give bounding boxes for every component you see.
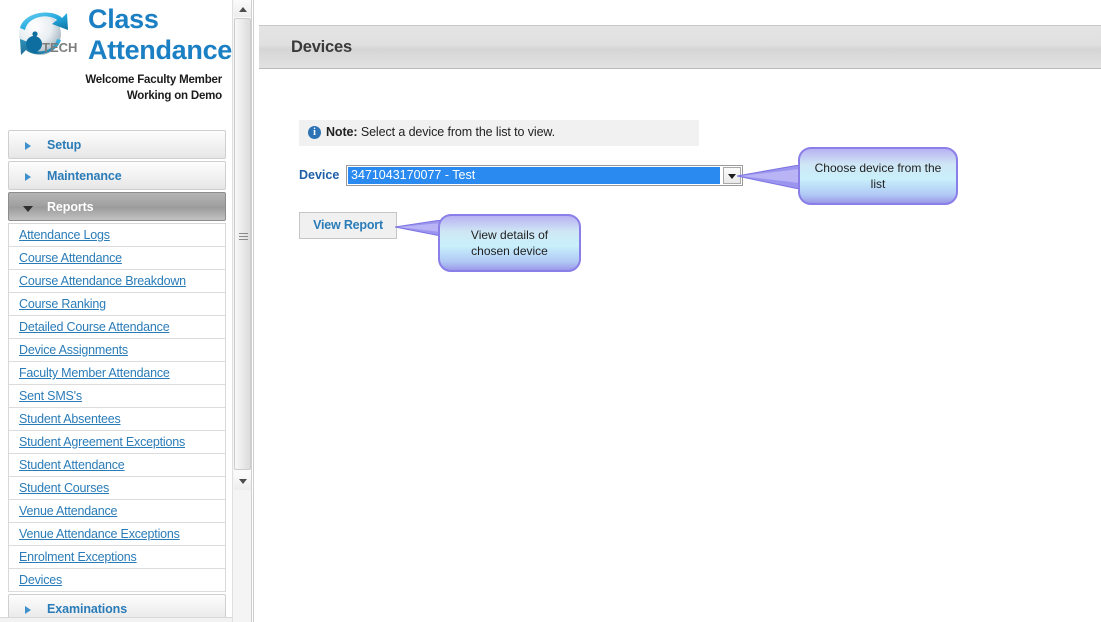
left-sidebar: TECH Class Attendance Welcome Faculty Me… [0, 0, 232, 622]
note-text: Note: Select a device from the list to v… [326, 125, 555, 139]
sidebar-item-faculty-member-attendance[interactable]: Faculty Member Attendance [9, 362, 225, 385]
sidebar-item-device-assignments[interactable]: Device Assignments [9, 339, 225, 362]
sidebar-item-course-ranking[interactable]: Course Ranking [9, 293, 225, 316]
application-window: TECH Class Attendance Welcome Faculty Me… [0, 0, 1101, 622]
sidebar-item-student-agreement-exceptions[interactable]: Student Agreement Exceptions [9, 431, 225, 454]
scrollbar-grip-icon [239, 233, 248, 242]
scrollbar-up-button[interactable] [234, 0, 251, 17]
brand-title-line2: Attendance [88, 35, 232, 65]
sidebar-section-maintenance[interactable]: Maintenance [8, 161, 226, 190]
sidebar-section-label: Maintenance [47, 169, 122, 183]
sidebar-item-student-attendance[interactable]: Student Attendance [9, 454, 225, 477]
callout-connector-report [395, 220, 441, 236]
sidebar-item-course-attendance-breakdown[interactable]: Course Attendance Breakdown [9, 270, 225, 293]
brand-header: TECH Class Attendance Welcome Faculty Me… [0, 0, 232, 110]
sidebar-bottom-strip [0, 617, 232, 622]
device-label: Device [299, 168, 340, 182]
callout-connector-device [737, 165, 799, 189]
working-on-text: Working on Demo [126, 90, 222, 102]
note-banner: i Note: Select a device from the list to… [299, 120, 699, 146]
scrollbar-down-button[interactable] [234, 473, 251, 490]
page-title: Devices [291, 38, 352, 56]
sidebar-section-label: Reports [47, 200, 94, 214]
info-icon: i [308, 126, 321, 139]
sidebar-item-venue-attendance[interactable]: Venue Attendance [9, 500, 225, 523]
sidebar-item-detailed-course-attendance[interactable]: Detailed Course Attendance [9, 316, 225, 339]
sidebar-item-devices[interactable]: Devices [9, 569, 225, 592]
sidebar-item-course-attendance[interactable]: Course Attendance [9, 247, 225, 270]
main-content: Devices i Note: Select a device from the… [254, 0, 1101, 622]
svg-text:TECH: TECH [42, 40, 77, 55]
callout-view-details: View details of chosen device [438, 214, 581, 272]
sidebar-item-student-courses[interactable]: Student Courses [9, 477, 225, 500]
sidebar-nav: Setup Maintenance Reports Attendance Log… [8, 130, 226, 622]
sidebar-item-sent-sms[interactable]: Sent SMS's [9, 385, 225, 408]
chevron-down-icon [728, 174, 736, 179]
sidebar-report-list: Attendance Logs Course Attendance Course… [8, 223, 226, 592]
chevron-right-icon [25, 173, 31, 181]
chevron-right-icon [25, 142, 31, 150]
sidebar-section-setup[interactable]: Setup [8, 130, 226, 159]
welcome-text: Welcome Faculty Member [85, 74, 222, 86]
sidebar-item-attendance-logs[interactable]: Attendance Logs [9, 224, 225, 247]
sidebar-item-enrolment-exceptions[interactable]: Enrolment Exceptions [9, 546, 225, 569]
sidebar-scrollbar[interactable] [232, 0, 252, 622]
note-body: Select a device from the list to view. [357, 125, 556, 139]
iptech-globe-logo-icon: TECH [19, 12, 77, 55]
chevron-right-icon [25, 606, 31, 614]
scroll-up-arrow-icon [239, 7, 247, 12]
sidebar-section-label: Setup [47, 138, 82, 152]
view-report-button[interactable]: View Report [299, 212, 397, 239]
brand-title-line1: Class [88, 4, 159, 34]
note-prefix: Note: [326, 125, 358, 139]
scroll-down-arrow-icon [239, 479, 247, 484]
scrollbar-thumb[interactable] [234, 18, 251, 470]
callout-choose-device: Choose device from the list [798, 147, 958, 205]
sidebar-section-reports[interactable]: Reports [8, 192, 226, 221]
sidebar-item-student-absentees[interactable]: Student Absentees [9, 408, 225, 431]
device-selected-value: 3471043170077 - Test [348, 167, 720, 184]
page-header-bar: Devices [259, 25, 1101, 69]
device-select[interactable]: 3471043170077 - Test [346, 165, 743, 186]
sidebar-section-label: Examinations [47, 602, 128, 616]
sidebar-item-venue-attendance-exceptions[interactable]: Venue Attendance Exceptions [9, 523, 225, 546]
chevron-down-icon [23, 206, 33, 212]
